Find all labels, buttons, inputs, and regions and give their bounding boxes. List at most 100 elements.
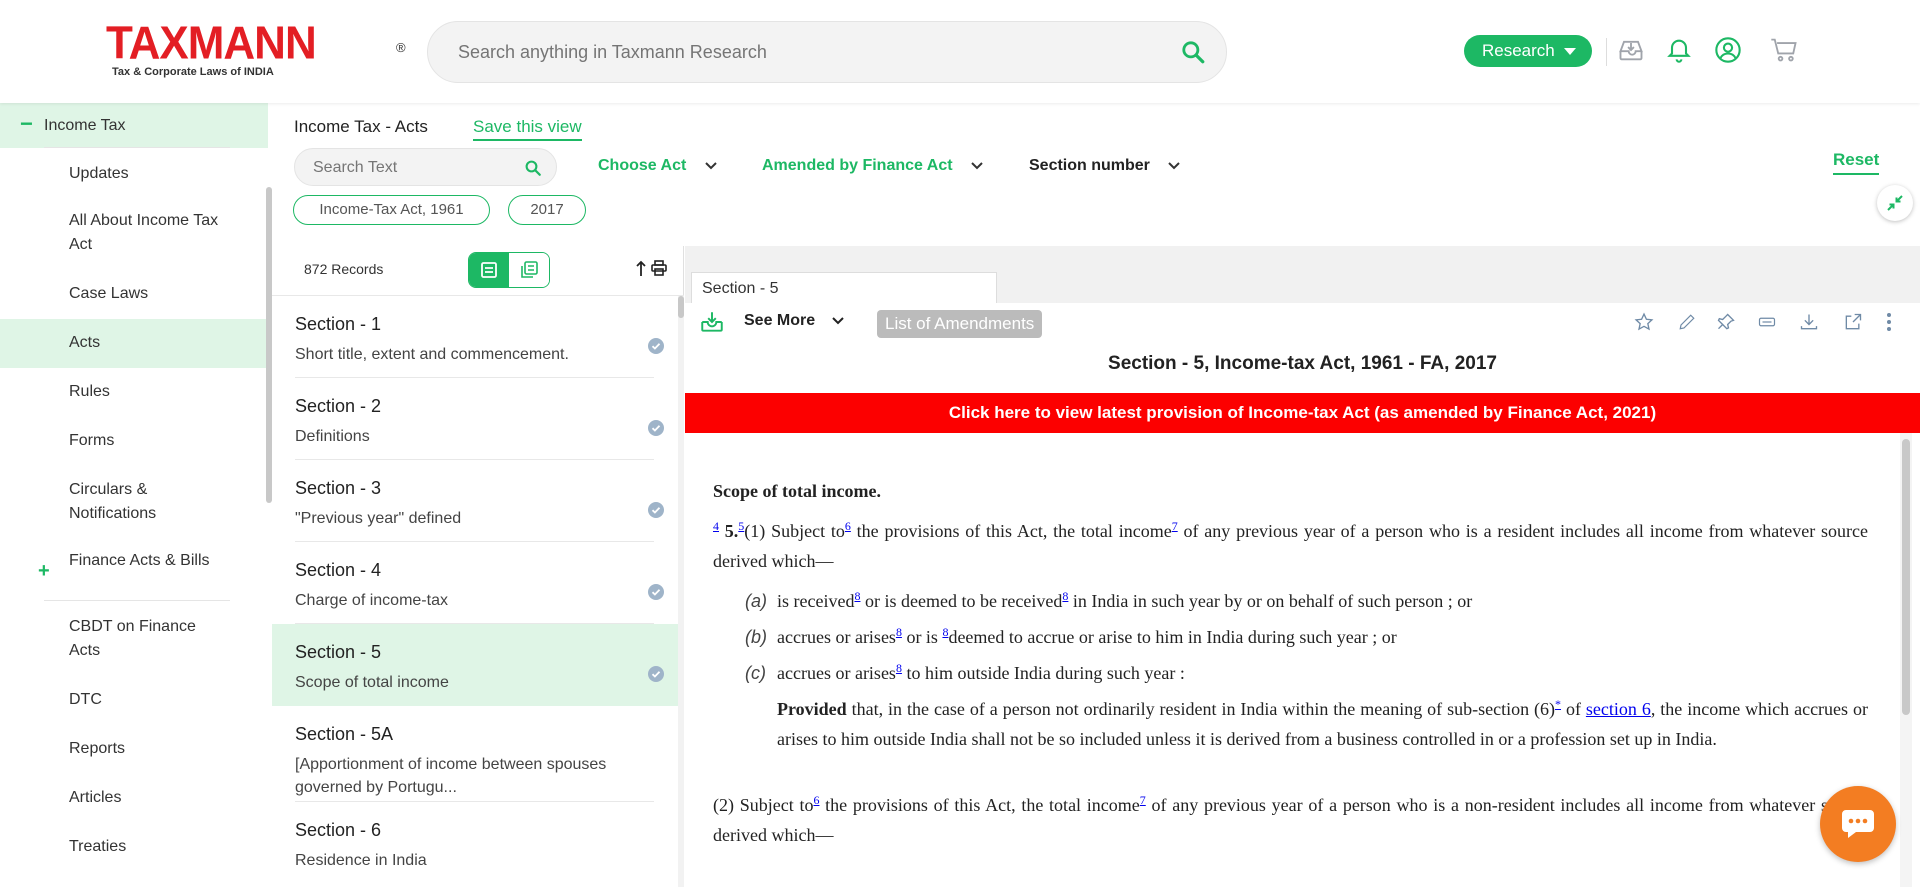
sidebar-item-case-laws[interactable]: Case Laws: [0, 282, 268, 306]
external-link-icon[interactable]: [1843, 312, 1863, 337]
section-6-link[interactable]: section 6: [1586, 699, 1651, 719]
more-vertical-icon[interactable]: [1886, 312, 1892, 337]
list-item[interactable]: Section - 4 Charge of income-tax: [272, 542, 678, 624]
reset-link[interactable]: Reset: [1833, 150, 1880, 175]
highlighter-icon[interactable]: [1758, 314, 1776, 335]
sidebar-item-label: Finance Acts & Bills: [69, 552, 210, 569]
document-scrollbar[interactable]: [1900, 433, 1912, 887]
taxmann-logo[interactable]: TAXMANN ® Tax & Corporate Laws of INDIA: [106, 20, 406, 78]
list-item[interactable]: Section - 3 "Previous year" defined: [272, 460, 678, 542]
research-dropdown-button[interactable]: Research: [1464, 35, 1592, 67]
search-icon[interactable]: [524, 159, 542, 182]
footnote-link[interactable]: 4: [713, 519, 719, 533]
text-search-input[interactable]: [313, 159, 513, 177]
sidebar-item-forms[interactable]: Forms: [0, 429, 268, 453]
global-search[interactable]: [427, 21, 1227, 83]
amended-by-dropdown[interactable]: Amended by Finance Act: [762, 157, 983, 175]
sort-arrow-icon[interactable]: [635, 260, 647, 283]
list-item[interactable]: Section - 5A [Apportionment of income be…: [272, 706, 678, 810]
check-circle-icon: [648, 584, 664, 605]
clause-letter: (b): [745, 627, 767, 647]
print-icon[interactable]: [651, 260, 667, 281]
list-item[interactable]: Section - 1 Short title, extent and comm…: [272, 296, 678, 378]
sidebar-item-treaties[interactable]: Treaties: [0, 835, 268, 859]
sidebar-item-finance-acts[interactable]: + Finance Acts & Bills: [0, 549, 210, 597]
choose-act-label: Choose Act: [598, 157, 687, 175]
section-number-dropdown[interactable]: Section number: [1029, 157, 1181, 175]
cart-icon[interactable]: [1769, 36, 1799, 69]
bell-icon[interactable]: [1665, 36, 1693, 69]
doc-tab[interactable]: Section - 5: [691, 272, 997, 303]
chevron-down-icon: [1168, 157, 1181, 175]
divider: [44, 600, 230, 601]
inbox-download-icon[interactable]: [1617, 36, 1645, 69]
sidebar-item-dtc[interactable]: DTC: [0, 688, 268, 712]
document-scroll-thumb[interactable]: [1902, 439, 1910, 715]
sub-section-2: (2) Subject to6 the provisions of this A…: [713, 793, 1868, 845]
multi-view-toggle[interactable]: [509, 253, 549, 287]
sidebar-item-acts[interactable]: Acts: [0, 319, 268, 368]
latest-provision-banner[interactable]: Click here to view latest provision of I…: [685, 393, 1920, 433]
logo-registered-mark: ®: [396, 40, 406, 55]
text-search[interactable]: [294, 148, 557, 186]
sidebar-item-rules[interactable]: Rules: [0, 380, 268, 404]
doc-tab-bar: Section - 5: [685, 246, 1920, 303]
view-toggle[interactable]: [468, 252, 550, 288]
clause-text: accrues or arises8 to him outside India …: [777, 661, 1185, 683]
pencil-icon[interactable]: [1678, 312, 1696, 337]
document-title: Section - 5, Income-tax Act, 1961 - FA, …: [1108, 353, 1497, 374]
section-desc: Scope of total income: [295, 674, 449, 691]
sidebar-item-reports[interactable]: Reports: [0, 737, 268, 761]
user-icon[interactable]: [1714, 36, 1742, 69]
list-item[interactable]: Section - 2 Definitions: [272, 378, 678, 460]
chat-button[interactable]: [1820, 786, 1896, 862]
list-scroll-thumb[interactable]: [678, 296, 684, 318]
section-heading: Scope of total income.: [713, 481, 881, 501]
divider: [295, 801, 654, 802]
sidebar-item-circulars[interactable]: Circulars & Notifications: [0, 478, 210, 526]
pin-icon[interactable]: [1716, 312, 1736, 337]
top-header: TAXMANN ® Tax & Corporate Laws of INDIA …: [0, 0, 1920, 103]
save-view-link[interactable]: Save this view: [473, 117, 582, 141]
see-more-dropdown[interactable]: See More: [744, 312, 844, 330]
sidebar-item-all-about[interactable]: All About Income Tax Act: [0, 209, 230, 257]
sidebar-item-updates[interactable]: Updates: [0, 162, 268, 186]
global-search-input[interactable]: [458, 42, 1158, 63]
caret-down-icon: [1564, 48, 1576, 55]
section-desc: Residence in India: [295, 852, 427, 869]
proviso: Provided that, in the case of a person n…: [777, 697, 1868, 749]
filter-chip-year[interactable]: 2017: [508, 195, 586, 225]
search-icon[interactable]: [1180, 39, 1206, 70]
sidebar-item-cbdt[interactable]: CBDT on Finance Acts: [0, 615, 220, 663]
sidebar-section-label: Income Tax: [44, 117, 126, 134]
text: (1) Subject to: [744, 521, 845, 541]
chat-icon: [1840, 808, 1876, 845]
section-title: Section - 4: [295, 560, 382, 580]
check-circle-icon: [648, 666, 664, 687]
list-item[interactable]: Section - 6 Residence in India: [272, 810, 678, 892]
check-circle-icon: [648, 420, 664, 441]
minus-icon[interactable]: −: [20, 111, 33, 137]
list-of-amendments-button[interactable]: List of Amendments: [877, 310, 1043, 338]
header-divider: [1606, 38, 1607, 66]
check-circle-icon: [648, 502, 664, 523]
record-count: 872 Records: [304, 261, 384, 277]
download-icon[interactable]: [1799, 312, 1819, 337]
collapse-button[interactable]: [1877, 185, 1913, 221]
plus-icon[interactable]: +: [38, 559, 50, 583]
star-icon[interactable]: [1634, 312, 1654, 337]
doc-toolbar: See More List of Amendments: [685, 303, 1920, 343]
list-item-active[interactable]: Section - 5 Scope of total income: [272, 624, 678, 706]
section-desc: Definitions: [295, 428, 370, 445]
single-view-toggle[interactable]: [469, 253, 509, 287]
sidebar-item-income-tax[interactable]: − Income Tax: [0, 103, 268, 149]
choose-act-dropdown[interactable]: Choose Act: [598, 157, 717, 175]
list-scrollbar[interactable]: [678, 296, 684, 887]
single-doc-icon: [480, 261, 498, 284]
filter-chip-act[interactable]: Income-Tax Act, 1961: [293, 195, 490, 225]
section-number-label: Section number: [1029, 157, 1150, 175]
sidebar-item-articles[interactable]: Articles: [0, 786, 268, 810]
section-desc: [Apportionment of income between spouses…: [295, 756, 607, 796]
divider: [44, 147, 230, 148]
tray-download-icon[interactable]: [699, 309, 725, 340]
